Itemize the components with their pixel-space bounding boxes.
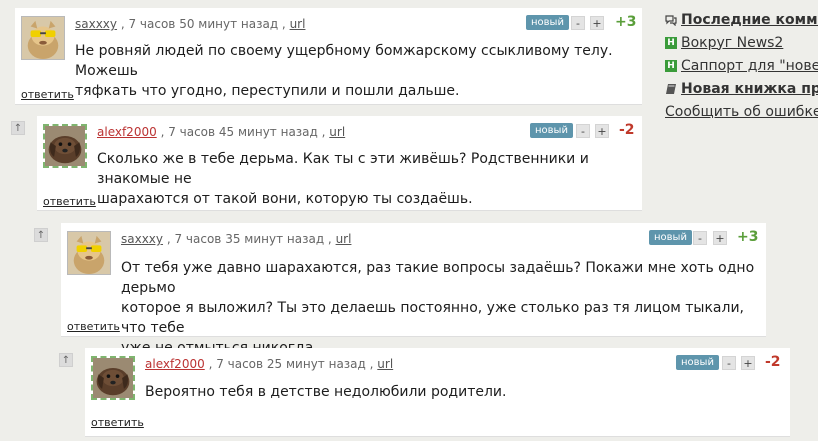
comment-meta: saxxxy , 7 часов 50 минут назад , url	[75, 17, 305, 31]
vote-down-button[interactable]: -	[693, 231, 707, 245]
sidebar: Последние комментарии H Вокруг News2 H С…	[665, 8, 818, 123]
sidebar-item-report-error[interactable]: Сообщить об ошибке	[665, 100, 818, 123]
new-badge: новый	[526, 15, 569, 30]
reply-link[interactable]: ответить	[67, 320, 120, 333]
parent-arrow-icon[interactable]: ↑	[11, 121, 25, 135]
comments-icon	[665, 14, 677, 26]
permalink[interactable]: url	[290, 17, 306, 31]
reply-link[interactable]: ответить	[43, 195, 96, 208]
avatar[interactable]	[67, 231, 111, 275]
username-link[interactable]: alexf2000	[97, 125, 157, 139]
permalink[interactable]: url	[377, 357, 393, 371]
parent-arrow-icon[interactable]: ↑	[59, 353, 73, 367]
comment-meta: alexf2000 , 7 часов 45 минут назад , url	[97, 125, 345, 139]
comment-score: +3	[615, 14, 637, 30]
permalink[interactable]: url	[329, 125, 345, 139]
book-icon	[666, 83, 676, 94]
green-h-icon: H	[665, 59, 677, 72]
new-badge: новый	[530, 123, 573, 138]
sidebar-item-suggestions-book[interactable]: Новая книжка предложений	[665, 77, 818, 100]
comment-time: , 7 часов 50 минут назад ,	[120, 17, 286, 31]
comment-text: Не ровняй людей по своему ущербному бомж…	[75, 43, 613, 99]
avatar[interactable]	[43, 124, 87, 168]
reply-link[interactable]: ответить	[21, 88, 74, 101]
comment-score: -2	[619, 122, 635, 138]
vote-down-button[interactable]: -	[576, 124, 590, 138]
comment-text: От тебя уже давно шарахаются, раз такие …	[121, 260, 755, 356]
new-badge: новый	[649, 230, 692, 245]
vote-up-button[interactable]: +	[713, 231, 727, 245]
new-badge: новый	[676, 355, 719, 370]
reply-link[interactable]: ответить	[91, 416, 144, 429]
comment: alexf2000 , 7 часов 25 минут назад , url…	[85, 348, 790, 437]
vote-down-button[interactable]: -	[722, 356, 736, 370]
username-link[interactable]: saxxxy	[75, 17, 117, 31]
vote-up-button[interactable]: +	[741, 356, 755, 370]
green-h-icon: H	[665, 36, 677, 49]
comment-time: , 7 часов 25 минут назад ,	[208, 357, 374, 371]
avatar[interactable]	[91, 356, 135, 400]
sidebar-item-support[interactable]: H Саппорт для "новеньких"	[665, 54, 818, 77]
comment-time: , 7 часов 45 минут назад ,	[160, 125, 326, 139]
comment-score: -2	[765, 354, 781, 370]
vote-up-button[interactable]: +	[595, 124, 609, 138]
comment-meta: saxxxy , 7 часов 35 минут назад , url	[121, 232, 351, 246]
parent-arrow-icon[interactable]: ↑	[34, 228, 48, 242]
comment: saxxxy , 7 часов 50 минут назад , url но…	[15, 8, 642, 105]
comment-text: Сколько же в тебе дерьма. Как ты с эти ж…	[97, 151, 589, 207]
vote-up-button[interactable]: +	[590, 16, 604, 30]
comment: alexf2000 , 7 часов 45 минут назад , url…	[37, 116, 642, 211]
comment-text: Вероятно тебя в детстве недолюбили родит…	[145, 384, 507, 400]
permalink[interactable]: url	[336, 232, 352, 246]
vote-down-button[interactable]: -	[571, 16, 585, 30]
avatar[interactable]	[21, 16, 65, 60]
comment: saxxxy , 7 часов 35 минут назад , url но…	[61, 223, 766, 356]
comment-meta: alexf2000 , 7 часов 25 минут назад , url	[145, 357, 393, 371]
username-link[interactable]: alexf2000	[145, 357, 205, 371]
comment-time: , 7 часов 35 минут назад ,	[166, 232, 332, 246]
username-link[interactable]: saxxxy	[121, 232, 163, 246]
sidebar-item-recent-comments[interactable]: Последние комментарии	[665, 8, 818, 31]
comment-score: +3	[737, 229, 759, 245]
sidebar-item-around-news2[interactable]: H Вокруг News2	[665, 31, 818, 54]
